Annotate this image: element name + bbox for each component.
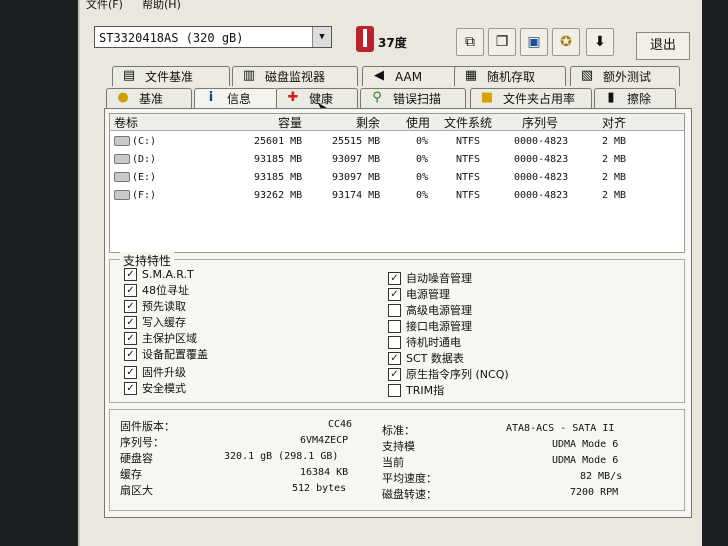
tab-benchmark[interactable]: ● 基准 xyxy=(106,88,192,108)
checkbox: ✓ xyxy=(124,316,137,329)
tab-row-2: ● 基准 i 信息 ✚ 健康 ⚲ 错误扫描 ■ 文件夹占用率 ▮ 擦除 xyxy=(80,88,702,110)
standard-label: 标准： xyxy=(382,424,415,437)
checkbox: ✓ xyxy=(388,368,401,381)
checkbox: ✓ xyxy=(124,366,137,379)
checkbox xyxy=(388,336,401,349)
checkbox: ✓ xyxy=(124,268,137,281)
thermometer-icon xyxy=(356,26,374,52)
tab-row-1: ▤ 文件基准 ▥ 磁盘监视器 ◀ AAM ▦ 随机存取 ▧ 额外测试 xyxy=(80,66,702,88)
rpm-label: 磁盘转速： xyxy=(382,488,437,501)
supported-mode-value: UDMA Mode 6 xyxy=(552,439,619,450)
serial-value: 6VM4ZECP xyxy=(300,435,349,446)
toolbar: ST3320418AS (320 gB) ▼ 37度 ⧉ ❐ ▣ ✪ ⬇ 退出 xyxy=(80,16,702,64)
tab-file-benchmark[interactable]: ▤ 文件基准 xyxy=(112,66,230,86)
info-icon: i xyxy=(208,90,214,105)
tab-info[interactable]: i 信息 xyxy=(194,88,278,110)
exit-button[interactable]: 退出 xyxy=(636,32,690,60)
supported-features: 支持特性 ✓ S.M.A.R.T ✓ 48位寻址 ✓ 预先读取 ✓ 写入缓存 ✓ 主保护区… xyxy=(109,252,685,403)
tab-disk-monitor[interactable]: ▥ 磁盘监视器 xyxy=(232,66,358,86)
down-arrow-icon[interactable]: ⬇ xyxy=(586,28,614,56)
erase-icon: ▮ xyxy=(607,90,615,105)
checkbox: ✓ xyxy=(124,348,137,361)
sector-label: 扇区大 xyxy=(120,484,153,497)
drive-info: 固件版本： CC46 序列号： 6VM4ZECP 硬盘容 320.1 gB (2… xyxy=(109,409,685,511)
error-scan-icon: ⚲ xyxy=(372,90,382,105)
col-label[interactable]: 卷标 xyxy=(114,114,138,131)
avg-speed-value: 82 MB/s xyxy=(580,471,623,482)
speaker-icon: ◀ xyxy=(374,68,384,83)
random-access-icon: ▦ xyxy=(464,68,478,83)
serial-label: 序列号： xyxy=(120,436,164,449)
tab-random-access[interactable]: ▦ 随机存取 xyxy=(454,66,566,86)
copy-icon[interactable]: ⧉ xyxy=(456,28,484,56)
chevron-down-icon[interactable]: ▼ xyxy=(312,27,331,47)
checkbox: ✓ xyxy=(124,332,137,345)
tab-error-scan[interactable]: ⚲ 错误扫描 xyxy=(360,88,466,108)
capacity-value: 320.1 gB (298.1 GB) xyxy=(224,451,339,462)
cache-label: 缓存 xyxy=(120,468,142,481)
checkbox: ✓ xyxy=(124,300,137,313)
volume-list-header: 卷标 容量 剩余 使用 文件系统 序列号 对齐 xyxy=(110,114,684,131)
table-row[interactable]: (F:) 93262 MB 93174 MB 0% NTFS 0000-4823… xyxy=(110,188,684,204)
table-row[interactable]: (E:) 93185 MB 93097 MB 0% NTFS 0000-4823… xyxy=(110,170,684,186)
drive-icon xyxy=(114,136,130,146)
col-capacity[interactable]: 容量 xyxy=(278,114,302,131)
file-benchmark-icon: ▤ xyxy=(122,68,136,83)
disk-monitor-icon: ▥ xyxy=(242,68,256,83)
features-title: 支持特性 xyxy=(120,252,175,269)
benchmark-icon: ● xyxy=(117,90,129,105)
tab-aam[interactable]: ◀ AAM xyxy=(362,66,458,86)
table-row[interactable]: (C:) 25601 MB 25515 MB 0% NTFS 0000-4823… xyxy=(110,134,684,150)
extra-tests-icon: ▧ xyxy=(580,68,594,83)
firmware-value: CC46 xyxy=(328,419,353,430)
sector-value: 512 bytes xyxy=(292,483,347,494)
table-row[interactable]: (D:) 93185 MB 93097 MB 0% NTFS 0000-4823… xyxy=(110,152,684,168)
checkbox xyxy=(388,304,401,317)
col-used[interactable]: 使用 xyxy=(406,114,430,131)
current-mode-value: UDMA Mode 6 xyxy=(552,455,619,466)
info-panel: 卷标 容量 剩余 使用 文件系统 序列号 对齐 (C:) 25601 MB 25… xyxy=(104,108,692,518)
tab-health[interactable]: ✚ 健康 xyxy=(276,88,358,108)
options-icon[interactable]: ✪ xyxy=(552,28,580,56)
copy-all-icon[interactable]: ❐ xyxy=(488,28,516,56)
checkbox: ✓ xyxy=(124,284,137,297)
drive-select[interactable]: ST3320418AS (320 gB) ▼ xyxy=(94,26,332,48)
standard-value: ATA8-ACS - SATA II xyxy=(506,423,615,434)
checkbox xyxy=(388,320,401,333)
drive-select-value: ST3320418AS (320 gB) xyxy=(99,31,244,45)
tab-extra-tests[interactable]: ▧ 额外测试 xyxy=(570,66,680,86)
firmware-label: 固件版本： xyxy=(120,420,175,433)
menu-bar: 文件(F) 帮助(H) xyxy=(80,0,702,14)
checkbox: ✓ xyxy=(388,272,401,285)
menu-file[interactable]: 文件(F) xyxy=(86,0,123,12)
capacity-label: 硬盘容 xyxy=(120,452,153,465)
avg-speed-label: 平均速度： xyxy=(382,472,437,485)
col-align[interactable]: 对齐 xyxy=(602,114,626,131)
cache-value: 16384 KB xyxy=(300,467,349,478)
col-free[interactable]: 剩余 xyxy=(356,114,380,131)
tab-erase[interactable]: ▮ 擦除 xyxy=(594,88,676,108)
volume-list[interactable]: 卷标 容量 剩余 使用 文件系统 序列号 对齐 (C:) 25601 MB 25… xyxy=(109,113,685,253)
col-serial[interactable]: 序列号 xyxy=(522,114,558,131)
drive-icon xyxy=(114,154,130,164)
checkbox: ✓ xyxy=(124,382,137,395)
folder-icon: ■ xyxy=(480,90,494,105)
temperature-readout: 37度 xyxy=(378,36,407,50)
health-cross-icon: ✚ xyxy=(287,90,299,105)
menu-help[interactable]: 帮助(H) xyxy=(142,0,181,12)
rpm-value: 7200 RPM xyxy=(570,487,619,498)
checkbox: ✓ xyxy=(388,352,401,365)
current-mode-label: 当前 xyxy=(382,456,404,469)
checkbox xyxy=(388,384,401,397)
drive-icon xyxy=(114,190,130,200)
hdtune-window: 文件(F) 帮助(H) ST3320418AS (320 gB) ▼ 37度 ⧉… xyxy=(78,0,702,546)
col-filesystem[interactable]: 文件系统 xyxy=(444,114,492,131)
save-icon[interactable]: ▣ xyxy=(520,28,548,56)
checkbox: ✓ xyxy=(388,288,401,301)
supported-mode-label: 支持模 xyxy=(382,440,415,453)
tab-folder-usage[interactable]: ■ 文件夹占用率 xyxy=(470,88,592,108)
drive-icon xyxy=(114,172,130,182)
